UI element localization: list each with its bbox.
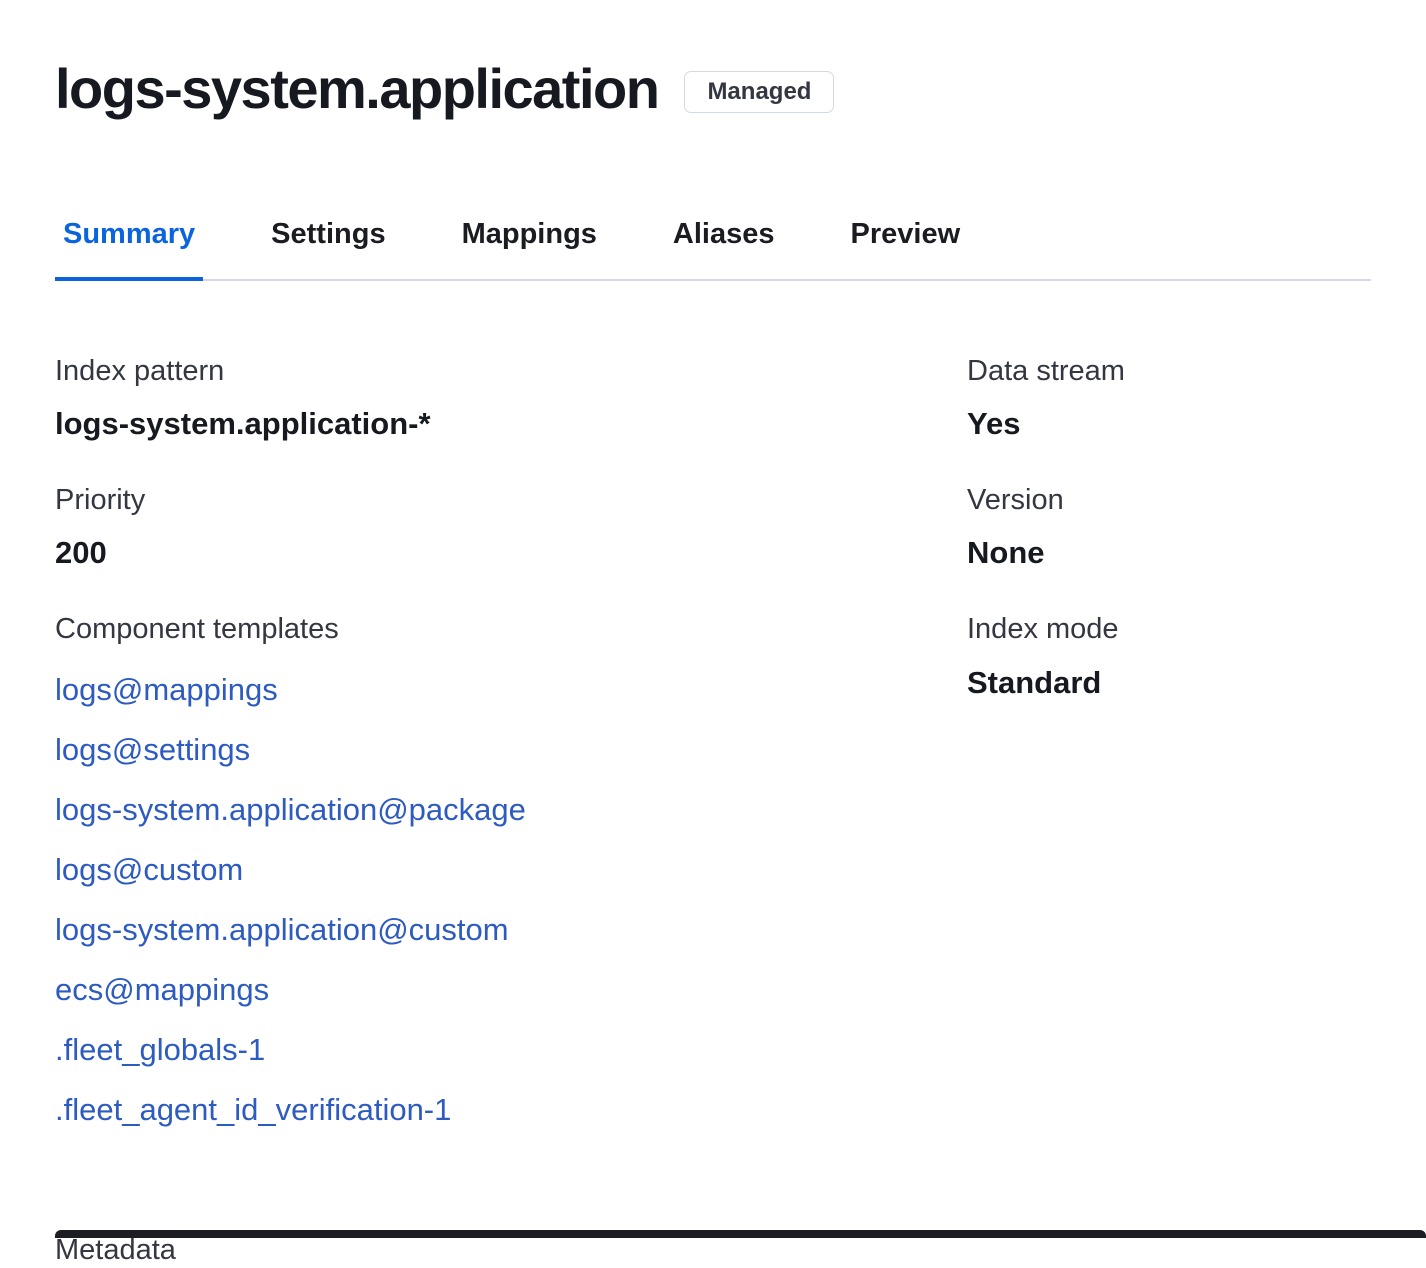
component-template-link[interactable]: logs-system.application@package	[55, 780, 526, 840]
tab-settings[interactable]: Settings	[263, 218, 393, 279]
index-pattern-value: logs-system.application-*	[55, 405, 967, 442]
component-template-link[interactable]: logs-system.application@custom	[55, 900, 509, 960]
field-version: Version None	[967, 482, 1371, 571]
field-data-stream: Data stream Yes	[967, 353, 1371, 442]
metadata-code-block	[55, 1230, 1426, 1238]
component-template-link[interactable]: logs@mappings	[55, 660, 278, 720]
field-priority: Priority 200	[55, 482, 967, 571]
component-template-link[interactable]: .fleet_agent_id_verification-1	[55, 1080, 451, 1140]
version-value: None	[967, 534, 1371, 571]
data-stream-label: Data stream	[967, 353, 1371, 389]
summary-content: Index pattern logs-system.application-* …	[55, 353, 1371, 1180]
page-header: logs-system.application Managed	[55, 58, 1371, 120]
component-template-link[interactable]: logs@custom	[55, 840, 243, 900]
summary-right-column: Data stream Yes Version None Index mode …	[967, 353, 1371, 1180]
field-index-pattern: Index pattern logs-system.application-*	[55, 353, 967, 442]
index-mode-label: Index mode	[967, 611, 1371, 647]
component-template-list: logs@mappings logs@settings logs-system.…	[55, 660, 967, 1140]
tab-aliases[interactable]: Aliases	[665, 218, 783, 279]
page-title: logs-system.application	[55, 58, 658, 120]
index-pattern-label: Index pattern	[55, 353, 967, 389]
index-mode-value: Standard	[967, 664, 1371, 701]
summary-left-column: Index pattern logs-system.application-* …	[55, 353, 967, 1180]
tab-mappings[interactable]: Mappings	[454, 218, 605, 279]
managed-badge: Managed	[684, 71, 834, 113]
field-index-mode: Index mode Standard	[967, 611, 1371, 700]
component-templates-label: Component templates	[55, 611, 967, 647]
tab-preview[interactable]: Preview	[843, 218, 969, 279]
tab-bar: Summary Settings Mappings Aliases Previe…	[55, 218, 1371, 281]
priority-label: Priority	[55, 482, 967, 518]
version-label: Version	[967, 482, 1371, 518]
template-details-page: logs-system.application Managed Summary …	[0, 0, 1426, 1238]
component-template-link[interactable]: logs@settings	[55, 720, 250, 780]
tab-summary[interactable]: Summary	[55, 218, 203, 279]
priority-value: 200	[55, 534, 967, 571]
data-stream-value: Yes	[967, 405, 1371, 442]
component-template-link[interactable]: .fleet_globals-1	[55, 1020, 265, 1080]
component-template-link[interactable]: ecs@mappings	[55, 960, 269, 1020]
field-component-templates: Component templates logs@mappings logs@s…	[55, 611, 967, 1139]
